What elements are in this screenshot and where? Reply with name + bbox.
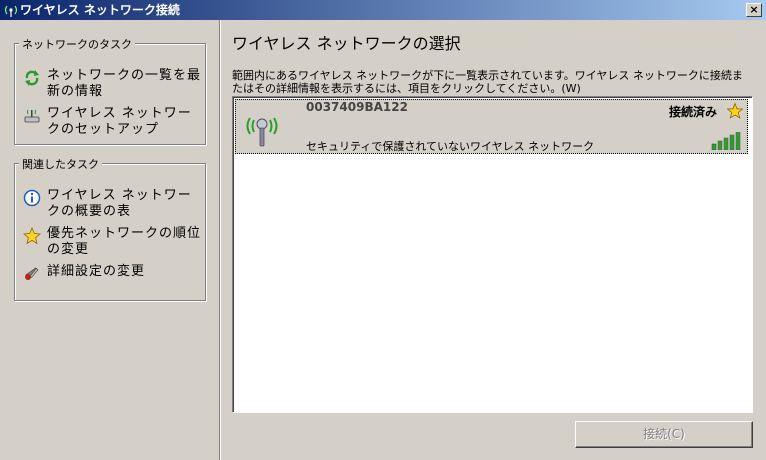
task-change-preferred-order[interactable]: 優先ネットワークの順位の変更 [23,226,203,258]
title-bar[interactable]: ワイヤレス ネットワーク接続 × [0,0,766,20]
network-tasks-title: ネットワークのタスク [19,36,135,52]
task-label: ワイヤレス ネットワークのセットアップ [47,106,192,137]
signal-bar [723,137,729,150]
task-refresh-network-list[interactable]: ネットワークの一覧を最新の情報 [23,68,203,100]
signal-bar [711,143,717,150]
task-label: ネットワークの一覧を最新の情報 [47,68,202,99]
wireless-network-icon [4,5,18,17]
network-list-item[interactable]: 0037409BA122 接続済み セキュリティで保護されていないワイヤレス ネ… [235,99,748,154]
signal-bar [729,134,735,150]
signal-strength-icon [711,132,741,150]
connection-status: 接続済み [668,105,717,119]
page-title: ワイヤレス ネットワークの選択 [232,34,461,53]
instructions-text: 範囲内にあるワイヤレス ネットワークが下に一覧表示されています。ワイヤレス ネッ… [232,69,743,95]
security-status: セキュリティで保護されていないワイヤレス ネットワーク [306,140,595,153]
window-title: ワイヤレス ネットワーク接続 [20,3,180,17]
signal-bar [717,140,723,150]
task-pane: ネットワークのタスク ネットワークの一覧を最新の情報 ワイヤレス ネットワークの… [0,20,219,460]
network-ssid: 0037409BA122 [306,100,408,114]
related-tasks-group: 関連したタスク ワイヤレス ネットワークの概要の表 優先ネットワークの順位の変更… [14,156,206,301]
info-icon [23,189,41,207]
star-icon [23,227,41,245]
wireless-antenna-icon [246,117,278,147]
task-change-advanced-settings[interactable]: 詳細設定の変更 [23,264,203,283]
task-learn-about-wireless[interactable]: ワイヤレス ネットワークの概要の表 [23,188,203,220]
network-list[interactable]: 0037409BA122 接続済み セキュリティで保護されていないワイヤレス ネ… [232,96,753,413]
signal-bar [735,132,741,150]
related-tasks-title: 関連したタスク [19,156,102,172]
main-content: ワイヤレス ネットワークの選択 範囲内にあるワイヤレス ネットワークが下に一覧表… [220,20,766,460]
close-button[interactable]: × [746,3,762,17]
preferred-star-icon [727,103,743,119]
task-setup-wireless-network[interactable]: ワイヤレス ネットワークのセットアップ [23,106,203,138]
task-label: 詳細設定の変更 [47,264,146,279]
task-label: ワイヤレス ネットワークの概要の表 [47,188,192,219]
network-tasks-group: ネットワークのタスク ネットワークの一覧を最新の情報 ワイヤレス ネットワークの… [14,36,206,145]
connect-button[interactable]: 接続(C) [575,421,753,448]
task-label: 優先ネットワークの順位の変更 [47,226,202,257]
refresh-icon [25,70,39,86]
wireless-setup-icon [24,109,40,123]
settings-icon [25,267,39,280]
